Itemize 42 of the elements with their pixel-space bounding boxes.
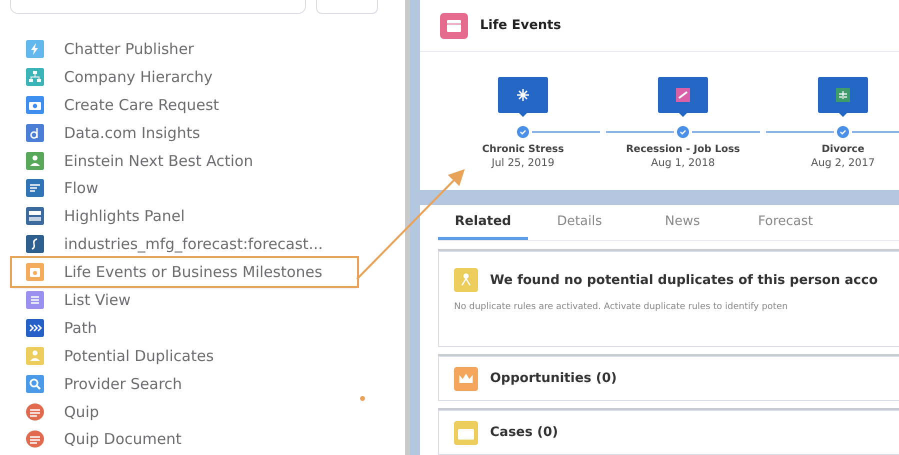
component-list-item[interactable]: Provider Search bbox=[12, 370, 357, 398]
tab[interactable]: Related bbox=[438, 205, 528, 240]
component-list-item[interactable]: Create Care Request bbox=[12, 90, 357, 119]
divorce-event-icon[interactable] bbox=[818, 77, 868, 119]
tab[interactable]: Details bbox=[528, 205, 631, 240]
event-title: Chronic Stress bbox=[482, 144, 564, 155]
component-list-item[interactable]: Einstein Next Best Action bbox=[12, 146, 357, 174]
component-list-item[interactable]: industries_mfg_forecast:forecast... bbox=[12, 230, 357, 258]
stress-event-icon[interactable] bbox=[498, 77, 548, 119]
check-icon bbox=[677, 126, 689, 138]
event-date: Aug 1, 2018 bbox=[651, 157, 715, 169]
component-list-item[interactable]: Potential Duplicates bbox=[12, 342, 357, 370]
event-date: Aug 2, 2017 bbox=[811, 157, 875, 169]
card-title: Life Events bbox=[480, 18, 562, 33]
card-title: Opportunities (0) bbox=[490, 371, 617, 386]
job-loss-event-icon[interactable] bbox=[658, 77, 708, 119]
component-list-item[interactable]: Life Events or Business Milestones bbox=[12, 258, 357, 286]
card-title: We found no potential duplicates of this person acco bbox=[490, 272, 878, 288]
card-message: No duplicate rules are activated. Activate duplicate rules to identify poten bbox=[454, 302, 789, 312]
calendar-icon bbox=[440, 12, 468, 38]
component-list-item[interactable]: Company Hierarchy bbox=[12, 62, 357, 91]
event-title: Divorce bbox=[822, 144, 864, 155]
tab[interactable]: News bbox=[631, 205, 734, 240]
check-icon bbox=[517, 126, 529, 138]
component-list-item[interactable]: Path bbox=[12, 314, 357, 342]
duplicates-icon bbox=[454, 268, 478, 292]
search-field[interactable] bbox=[10, 0, 306, 14]
event-title: Recession - Job Loss bbox=[626, 144, 740, 155]
card-title: Cases (0) bbox=[490, 425, 558, 440]
cases-icon bbox=[454, 420, 478, 444]
component-list-item[interactable]: Highlights Panel bbox=[12, 202, 357, 230]
event-date: Jul 25, 2019 bbox=[492, 157, 554, 169]
component-list-item[interactable]: Chatter Publisher bbox=[12, 35, 357, 63]
component-list-item[interactable]: Quip bbox=[12, 398, 357, 426]
check-icon bbox=[837, 126, 849, 138]
component-list-item[interactable]: Flow bbox=[12, 174, 357, 202]
tab[interactable]: Forecast bbox=[734, 205, 837, 240]
component-list-item[interactable]: Quip Document bbox=[12, 425, 357, 454]
marker-dot bbox=[360, 396, 365, 401]
component-list-item[interactable]: List View bbox=[12, 286, 357, 314]
component-list-item[interactable]: Data.com Insights bbox=[12, 118, 357, 147]
opportunities-icon bbox=[454, 366, 478, 390]
